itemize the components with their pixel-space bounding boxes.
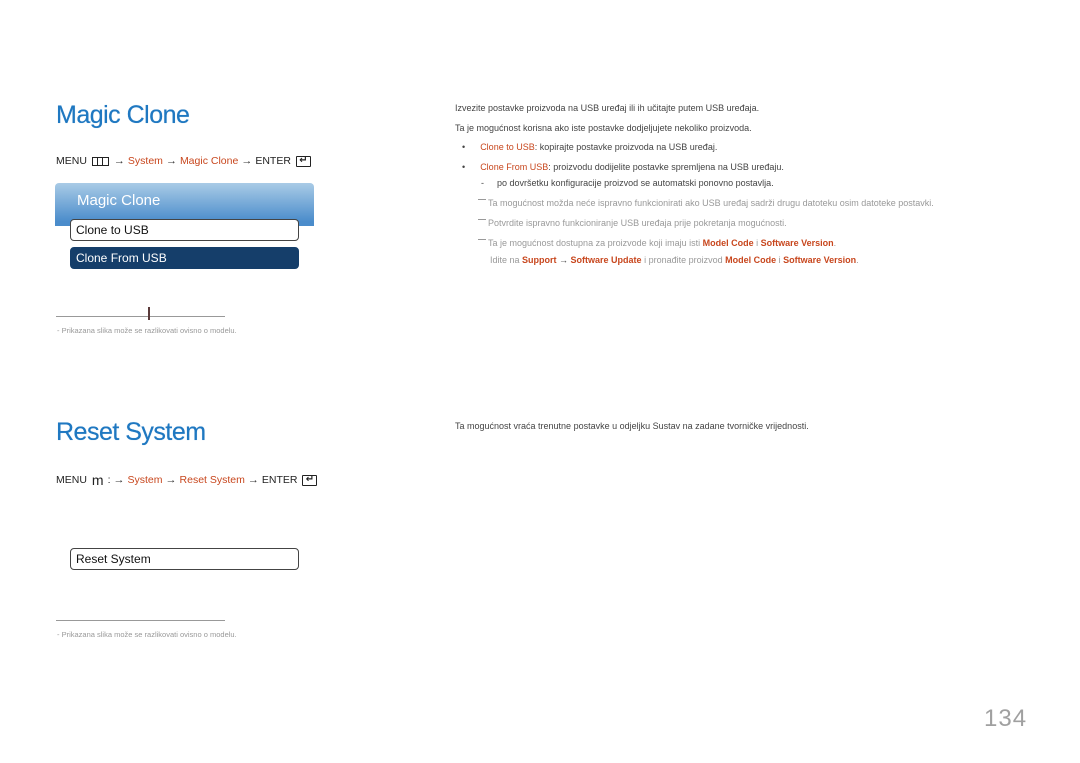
menu-label: MENU <box>56 474 87 486</box>
arrow-icon: → <box>113 155 125 167</box>
menu-step-system: System <box>127 474 163 486</box>
sub-bullet: - po dovršetku konfiguracije proizvod se… <box>481 178 774 188</box>
software-version-label: Software Version <box>760 238 834 248</box>
arrow-icon: → <box>556 255 571 265</box>
arrow-icon: → <box>241 155 253 167</box>
bullet-clone-from-usb: • Clone From USB: proizvodu dodijelite p… <box>462 162 784 172</box>
menu-path-magic-clone: MENU → System → Magic Clone → ENTER ↵ <box>56 155 311 167</box>
osd-header-title: Magic Clone <box>77 192 161 209</box>
model-code-label: Model Code <box>702 238 754 248</box>
menu-m-icon: m <box>91 472 104 488</box>
bullet-label: Clone to USB <box>480 142 535 152</box>
footnote-divider <box>56 316 225 317</box>
arrow-icon: → <box>165 474 177 486</box>
note-4: Idite na Support → Software Update i pro… <box>490 255 859 265</box>
note-text: Ta mogućnost možda neće ispravno funkcio… <box>488 198 934 208</box>
enter-icon: ↵ <box>295 155 311 167</box>
note-text: i pronađite proizvod <box>641 255 726 265</box>
page-number: 134 <box>984 705 1028 732</box>
section-title-reset-system: Reset System <box>56 418 206 446</box>
menu-path-reset-system: MENU m : → System → Reset System → ENTER… <box>56 472 318 488</box>
note-text: . <box>856 255 859 265</box>
colon: : <box>107 474 111 486</box>
note-text: . <box>833 238 837 248</box>
note-2: Potvrdite ispravno funkcioniranje USB ur… <box>478 218 787 228</box>
bullet-icon: • <box>462 142 466 152</box>
support-label: Support <box>522 255 557 265</box>
note-text: Ta je mogućnost dostupna za proizvode ko… <box>488 238 703 248</box>
note-1: Ta mogućnost možda neće ispravno funkcio… <box>478 198 934 208</box>
bullet-clone-to-usb: • Clone to USB: kopirajte postavke proiz… <box>462 142 717 152</box>
menu-grid-icon <box>91 156 109 166</box>
menu-step-system: System <box>127 155 163 167</box>
arrow-icon: → <box>113 474 125 486</box>
note-text: Idite na <box>490 255 523 265</box>
footnote-reset-system: - Prikazana slika može se razlikovati ov… <box>57 630 237 639</box>
note-3: Ta je mogućnost dostupna za proizvode ko… <box>478 238 836 248</box>
arrow-icon: → <box>165 155 177 167</box>
software-version-label: Software Version <box>783 255 857 265</box>
footnote-magic-clone: - Prikazana slika može se razlikovati ov… <box>57 326 237 335</box>
enter-label: ENTER <box>255 155 291 167</box>
description-line-1: Izvezite postavke proizvoda na USB uređa… <box>455 103 760 113</box>
sub-bullet-text: po dovršetku konfiguracije proizvod se a… <box>497 178 774 188</box>
arrow-icon: → <box>247 474 259 486</box>
section-title-magic-clone: Magic Clone <box>56 101 190 129</box>
model-code-label: Model Code <box>725 255 777 265</box>
bullet-text: : kopirajte postavke proizvoda na USB ur… <box>534 142 718 152</box>
menu-label: MENU <box>56 155 87 167</box>
osd-item-clone-to-usb[interactable]: Clone to USB <box>70 219 299 241</box>
bullet-label: Clone From USB <box>480 162 549 172</box>
osd-item-clone-from-usb[interactable]: Clone From USB <box>70 247 299 269</box>
dash-icon: - <box>481 178 484 188</box>
bullet-icon: • <box>462 162 466 172</box>
reset-system-description: Ta mogućnost vraća trenutne postavke u o… <box>455 421 809 431</box>
bullet-text: : proizvodu dodijelite postavke spremlje… <box>548 162 784 172</box>
software-update-label: Software Update <box>570 255 642 265</box>
note-icon <box>478 199 486 200</box>
menu-step-reset-system: Reset System <box>179 474 245 486</box>
note-icon <box>478 239 486 240</box>
osd-item-reset-system[interactable]: Reset System <box>70 548 299 570</box>
enter-label: ENTER <box>261 474 298 486</box>
note-text: Potvrdite ispravno funkcioniranje USB ur… <box>488 218 787 228</box>
enter-icon: ↵ <box>302 474 318 486</box>
divider-marker <box>148 307 150 320</box>
menu-step-magic-clone: Magic Clone <box>179 155 239 167</box>
footnote-divider <box>56 620 225 621</box>
description-line-2: Ta je mogućnost korisna ako iste postavk… <box>455 123 752 133</box>
note-icon <box>478 219 486 220</box>
note-text: i <box>753 238 761 248</box>
